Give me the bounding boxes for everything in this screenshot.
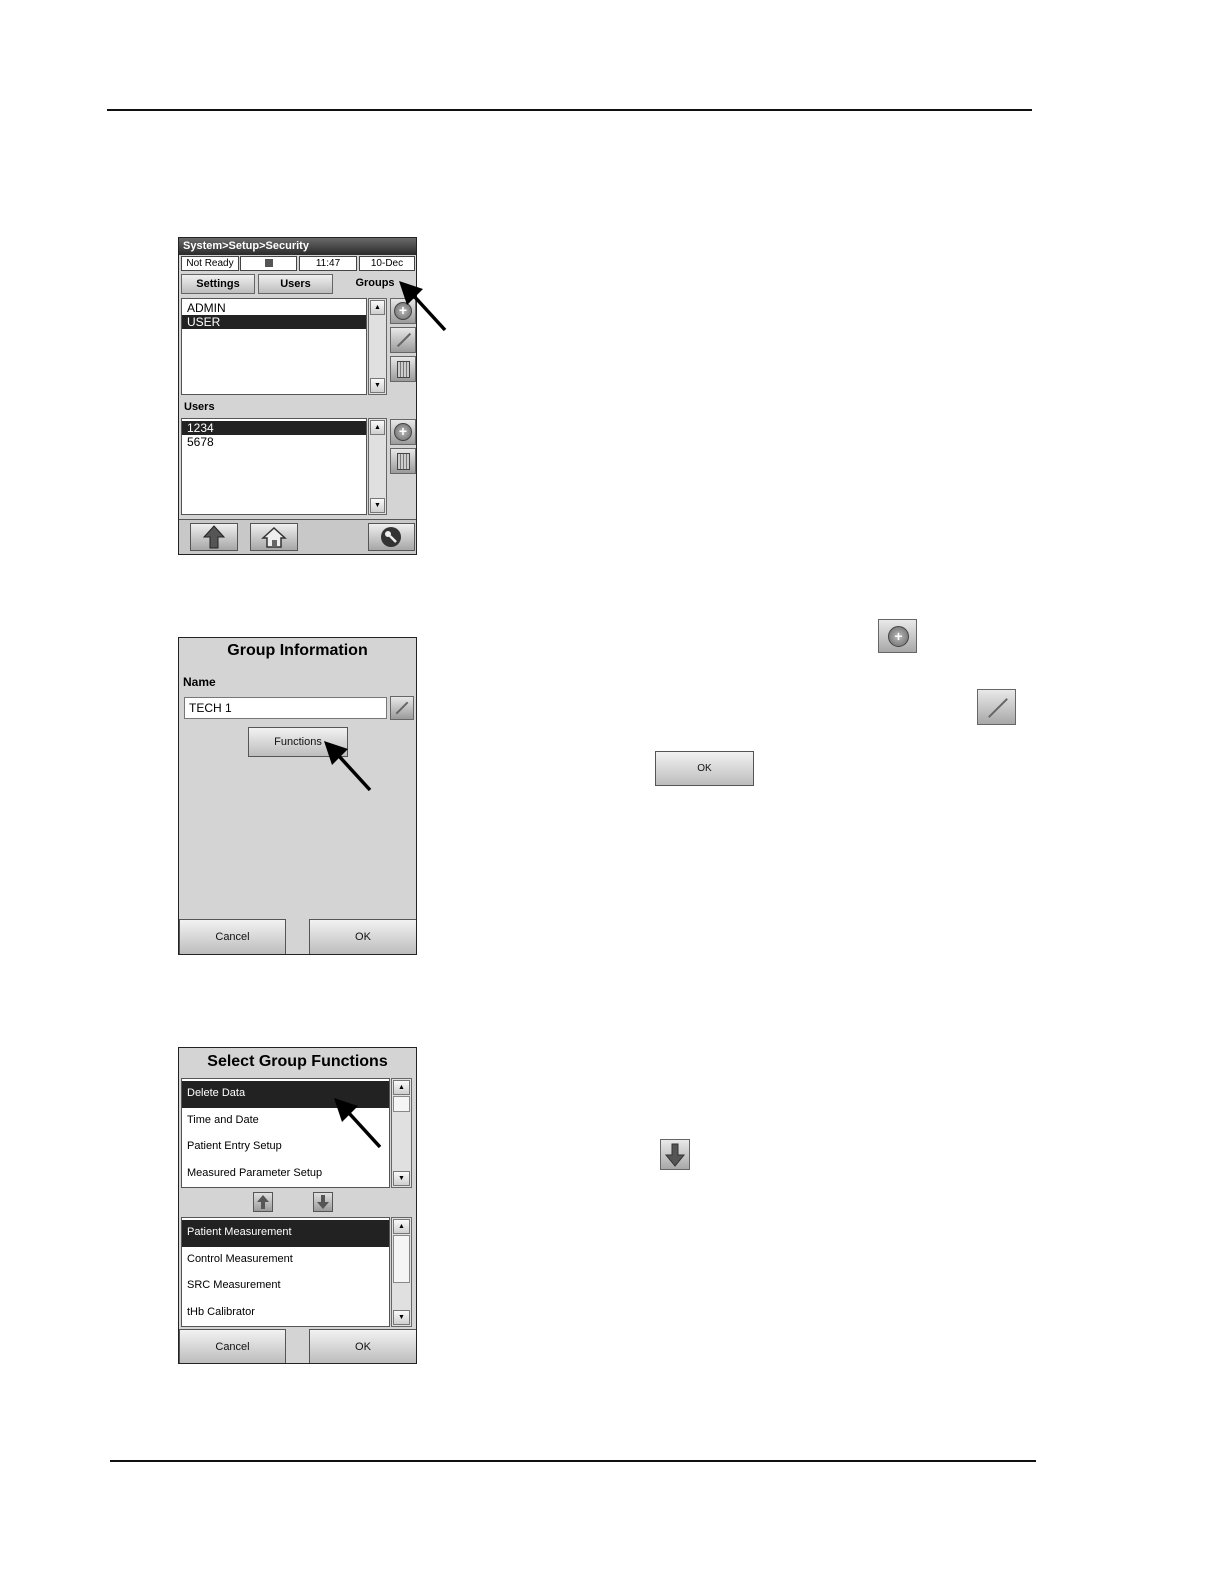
pointer-arrow	[399, 281, 447, 332]
footer-rule	[110, 1460, 1036, 1462]
scroll-down-icon[interactable]: ▼	[393, 1310, 410, 1325]
edit-icon	[395, 701, 409, 715]
delete-icon	[397, 453, 410, 470]
security-screen: System>Setup>Security Not Ready 11:47 10…	[178, 237, 417, 555]
header-rule	[107, 109, 1032, 111]
breadcrumb: System>Setup>Security	[179, 238, 416, 255]
ok-button[interactable]: OK	[309, 919, 416, 954]
status-icon	[240, 256, 297, 271]
move-down-button[interactable]	[313, 1192, 333, 1212]
add-icon: +	[394, 423, 412, 441]
back-button[interactable]	[190, 523, 238, 551]
users-section-label: Users	[184, 401, 215, 413]
list-item[interactable]: USER	[182, 315, 366, 329]
edit-button-sample	[977, 689, 1016, 725]
list-item[interactable]: 5678	[182, 435, 366, 449]
key-button[interactable]	[368, 523, 415, 551]
dialog-title: Group Information	[227, 642, 368, 659]
status-ready: Not Ready	[181, 256, 239, 271]
down-arrow-icon	[664, 1143, 686, 1167]
dialog-title: Select Group Functions	[207, 1053, 388, 1070]
list-item[interactable]: Patient Measurement	[182, 1220, 389, 1247]
bottom-nav	[179, 519, 416, 554]
key-icon	[381, 527, 401, 547]
home-button[interactable]	[250, 523, 298, 551]
delete-icon	[397, 361, 410, 378]
list-item[interactable]: ADMIN	[182, 301, 366, 315]
name-label: Name	[183, 675, 216, 689]
add-user-button[interactable]: +	[390, 419, 416, 445]
move-up-button[interactable]	[253, 1192, 273, 1212]
edit-icon	[988, 698, 1008, 718]
scroll-up-icon[interactable]: ▲	[393, 1219, 410, 1234]
edit-name-button[interactable]	[390, 696, 414, 720]
status-date: 10-Dec	[359, 256, 415, 271]
scroll-thumb[interactable]	[393, 1235, 410, 1283]
groups-scrollbar[interactable]: ▲ ▼	[368, 298, 387, 395]
list-item[interactable]: SRC Measurement	[182, 1273, 389, 1300]
group-information-dialog: Group Information Name TECH 1 Functions …	[178, 637, 417, 955]
pointer-arrow	[334, 1098, 382, 1149]
delete-group-button[interactable]	[390, 356, 416, 382]
list-item[interactable]: Control Measurement	[182, 1247, 389, 1274]
up-arrow-icon	[257, 1195, 269, 1209]
scroll-up-icon[interactable]: ▲	[370, 300, 385, 315]
tab-settings[interactable]: Settings	[181, 274, 255, 294]
list-item[interactable]: tHb Calibrator	[182, 1300, 389, 1327]
status-time: 11:47	[299, 256, 357, 271]
cancel-button[interactable]: Cancel	[179, 1329, 286, 1363]
users-scrollbar[interactable]: ▲ ▼	[368, 418, 387, 515]
ok-button[interactable]: OK	[309, 1329, 416, 1363]
add-icon: +	[888, 626, 909, 647]
users-list[interactable]: 1234 5678	[181, 418, 367, 515]
cancel-button[interactable]: Cancel	[179, 919, 286, 954]
down-arrow-icon	[317, 1195, 329, 1209]
ok-button-sample: OK	[655, 751, 754, 786]
list-item[interactable]: Measured Parameter Setup	[182, 1161, 389, 1188]
scroll-thumb[interactable]	[393, 1096, 410, 1112]
scroll-down-icon[interactable]: ▼	[370, 498, 385, 513]
selected-scrollbar[interactable]: ▲ ▼	[391, 1217, 412, 1327]
add-button-sample: +	[878, 619, 917, 653]
name-field[interactable]: TECH 1	[184, 697, 387, 719]
pointer-arrow	[324, 741, 372, 792]
scroll-up-icon[interactable]: ▲	[393, 1080, 410, 1095]
scroll-up-icon[interactable]: ▲	[370, 420, 385, 435]
groups-list[interactable]: ADMIN USER	[181, 298, 367, 395]
available-scrollbar[interactable]: ▲ ▼	[391, 1078, 412, 1188]
tab-users[interactable]: Users	[258, 274, 333, 294]
scroll-down-icon[interactable]: ▼	[370, 378, 385, 393]
selected-functions-list[interactable]: Patient Measurement Control Measurement …	[181, 1217, 390, 1327]
down-arrow-sample	[660, 1139, 690, 1170]
list-item[interactable]: 1234	[182, 421, 366, 435]
edit-icon	[396, 332, 412, 348]
cartridge-icon	[264, 259, 273, 267]
home-icon	[261, 526, 287, 548]
delete-user-button[interactable]	[390, 448, 416, 474]
scroll-down-icon[interactable]: ▼	[393, 1171, 410, 1186]
up-arrow-icon	[202, 525, 226, 549]
